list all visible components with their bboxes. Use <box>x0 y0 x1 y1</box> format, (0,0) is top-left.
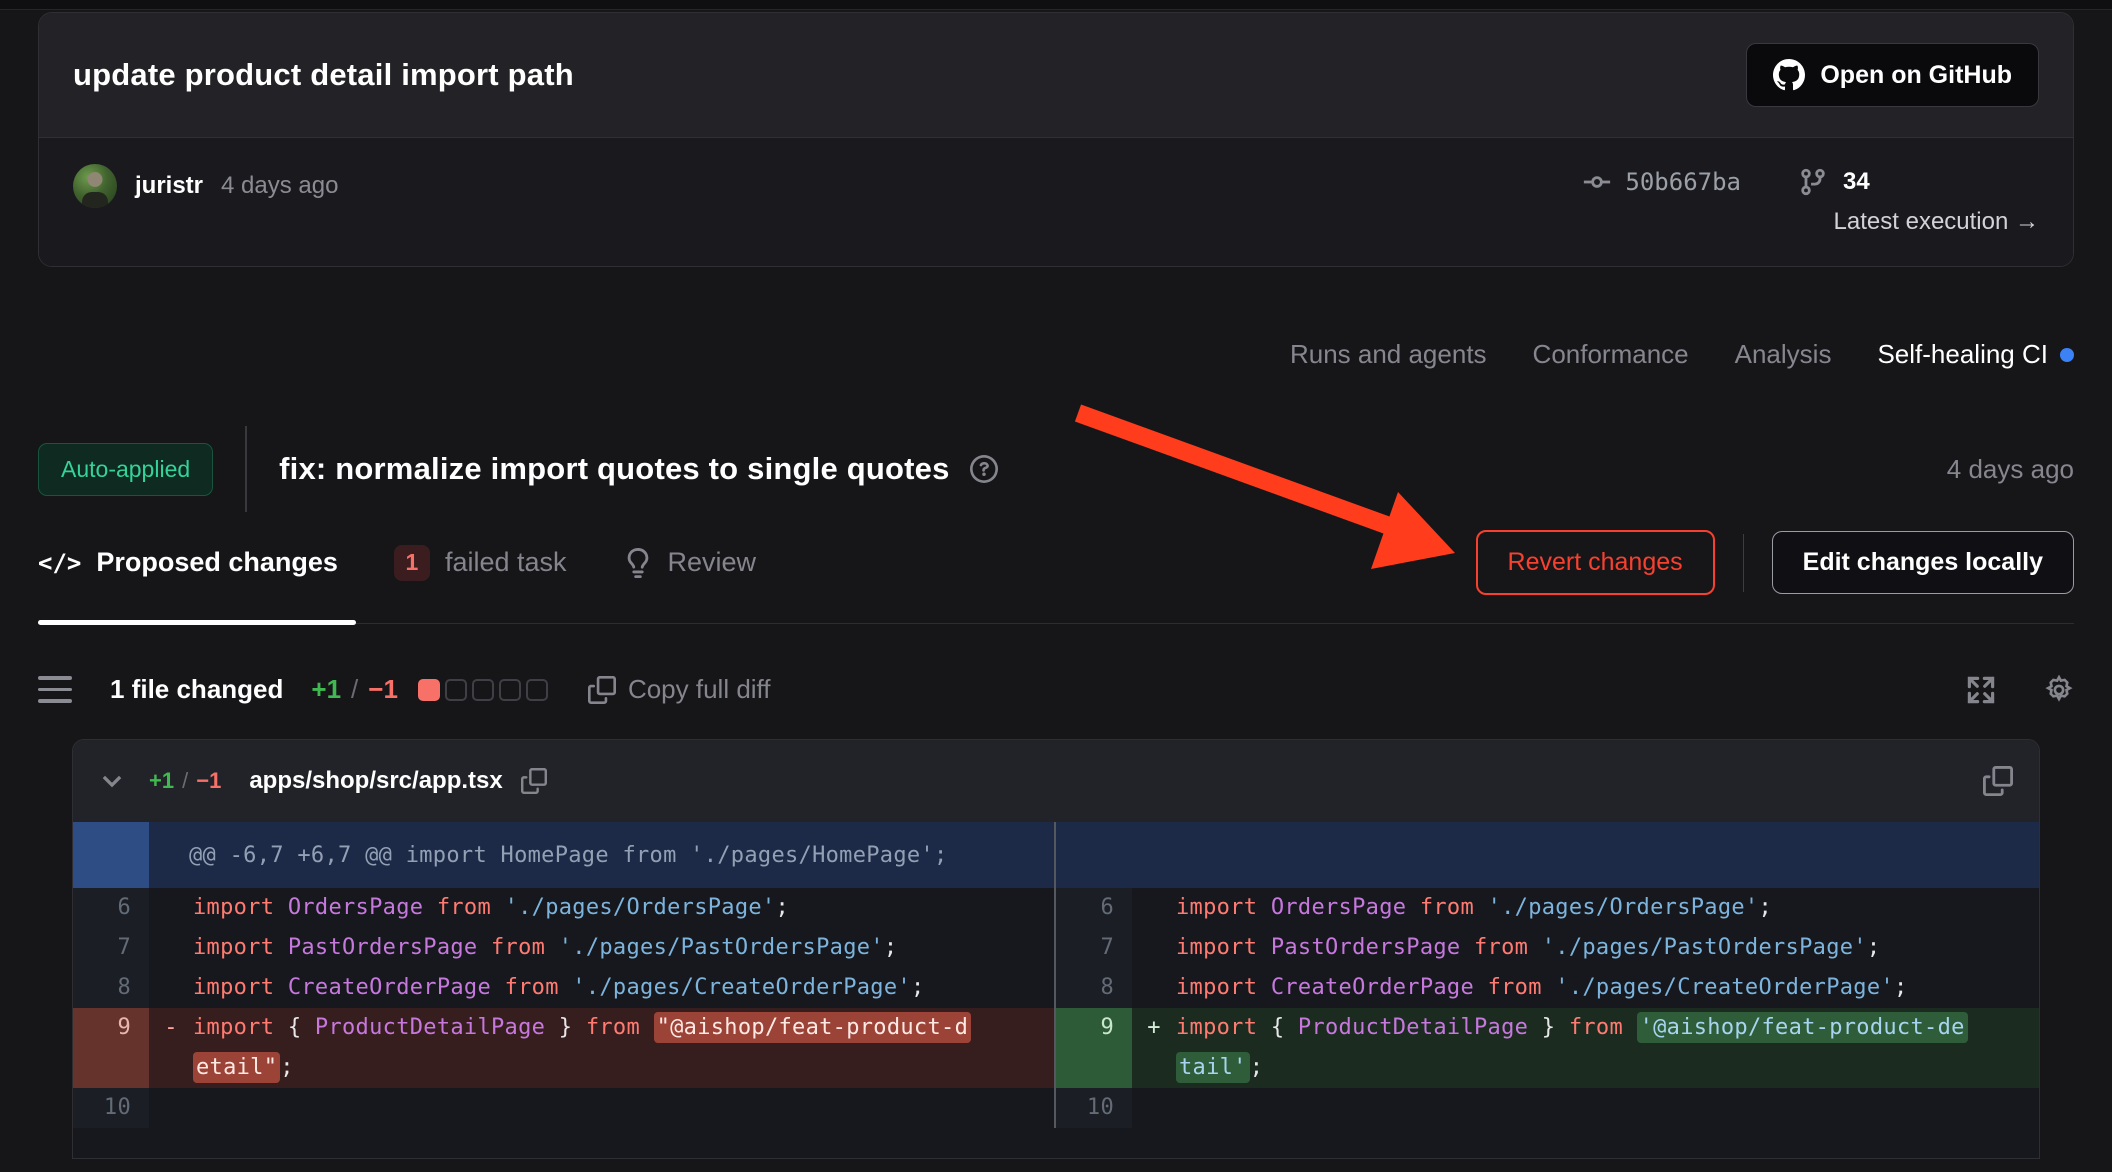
active-tab-indicator <box>38 620 356 625</box>
ratio-block-empty <box>499 679 521 701</box>
diff-line-context-8: 8import CreateOrderPage from './pages/Cr… <box>1056 968 2039 1008</box>
help-icon[interactable] <box>970 455 998 483</box>
commit-time: 4 days ago <box>221 172 338 200</box>
tab-failed-task[interactable]: 1 failed task <box>394 545 567 581</box>
diff-line-context-7: 7import PastOrdersPage from './pages/Pas… <box>73 928 1054 968</box>
diff-panel-before: @@ -6,7 +6,7 @@ import HomePage from './… <box>73 822 1056 1128</box>
diff-stats: +1 / −1 <box>311 674 398 705</box>
diff-line-del-9: 9-import { ProductDetailPage } from "@ai… <box>73 1008 1054 1088</box>
diff-line-context-7: 7import PastOrdersPage from './pages/Pas… <box>1056 928 2039 968</box>
branch-icon <box>1799 168 1827 196</box>
lightbulb-icon <box>623 548 653 578</box>
nav-item-runs-and-agents[interactable]: Runs and agents <box>1290 339 1487 370</box>
files-changed-label: 1 file changed <box>110 674 283 705</box>
page-title: update product detail import path <box>73 57 574 93</box>
ratio-block-deletion <box>418 679 440 701</box>
nav-item-self-healing-ci[interactable]: Self-healing CI <box>1877 339 2074 370</box>
run-count-link[interactable]: 34 <box>1799 168 2039 196</box>
diff-line-add-9: 9+import { ProductDetailPage } from '@ai… <box>1056 1008 2039 1088</box>
tabs-underline <box>38 623 2074 624</box>
copy-file-diff-icon[interactable] <box>1983 766 2013 796</box>
commit-sha[interactable]: 50b667ba <box>1583 168 1741 196</box>
avatar <box>73 164 117 208</box>
file-path: apps/shop/src/app.tsx <box>249 767 502 795</box>
fix-time: 4 days ago <box>1947 454 2074 485</box>
diff-line-context-8: 8import CreateOrderPage from './pages/Cr… <box>73 968 1054 1008</box>
auto-applied-badge: Auto-applied <box>38 443 213 496</box>
tab-review[interactable]: Review <box>623 547 757 578</box>
tab-proposed-changes[interactable]: </> Proposed changes <box>38 547 338 578</box>
code-icon: </> <box>38 549 81 577</box>
copy-full-diff-button[interactable]: Copy full diff <box>588 674 771 705</box>
collapse-chevron-icon[interactable] <box>99 768 125 794</box>
hunk-header: @@ -6,7 +6,7 @@ import HomePage from './… <box>73 822 1054 888</box>
nav-item-analysis[interactable]: Analysis <box>1735 339 1832 370</box>
top-window-edge <box>0 0 2112 10</box>
commit-icon <box>1583 168 1611 196</box>
author-name[interactable]: juristr <box>135 172 203 200</box>
open-on-github-button[interactable]: Open on GitHub <box>1746 43 2039 107</box>
copy-icon <box>588 676 616 704</box>
diff-panel-after: 6import OrdersPage from './pages/OrdersP… <box>1056 822 2039 1128</box>
file-diff-stats: +1 / −1 <box>149 768 221 794</box>
failed-count-badge: 1 <box>394 545 430 581</box>
hunk-header-spacer <box>1056 822 2039 888</box>
diff-line-context-6: 6import OrdersPage from './pages/OrdersP… <box>73 888 1054 928</box>
nav-item-conformance[interactable]: Conformance <box>1533 339 1689 370</box>
fix-title: fix: normalize import quotes to single q… <box>279 451 949 487</box>
diff-line-context-6: 6import OrdersPage from './pages/OrdersP… <box>1056 888 2039 928</box>
hunk-gutter-block <box>73 822 149 888</box>
notification-dot <box>2060 348 2074 362</box>
revert-changes-button[interactable]: Revert changes <box>1476 530 1715 595</box>
workspace-nav: Runs and agents Conformance Analysis Self-h… <box>38 339 2074 370</box>
fullscreen-icon[interactable] <box>1966 675 1996 705</box>
copy-path-icon[interactable] <box>521 768 547 794</box>
diff-line-context-10: 10 <box>73 1088 1054 1128</box>
commit-header-card: update product detail import path Open o… <box>38 12 2074 267</box>
file-list-menu-button[interactable] <box>38 676 72 703</box>
github-icon <box>1773 59 1805 91</box>
divider <box>1743 534 1744 592</box>
divider <box>245 426 247 512</box>
ratio-block-empty <box>445 679 467 701</box>
diff-line-context-10: 10 <box>1056 1088 2039 1128</box>
edit-changes-locally-button[interactable]: Edit changes locally <box>1772 531 2074 594</box>
file-diff-card: +1 / −1 apps/shop/src/app.tsx @@ -6,7 +6… <box>72 739 2040 1159</box>
page: { "colors": { "accent_green": "#3fb950",… <box>0 0 2112 1172</box>
open-on-github-label: Open on GitHub <box>1820 61 2012 90</box>
latest-execution-link[interactable]: Latest execution → <box>1834 208 2039 236</box>
ratio-block-empty <box>526 679 548 701</box>
settings-gear-icon[interactable] <box>2044 675 2074 705</box>
diff-ratio-blocks <box>418 679 548 701</box>
ratio-block-empty <box>472 679 494 701</box>
